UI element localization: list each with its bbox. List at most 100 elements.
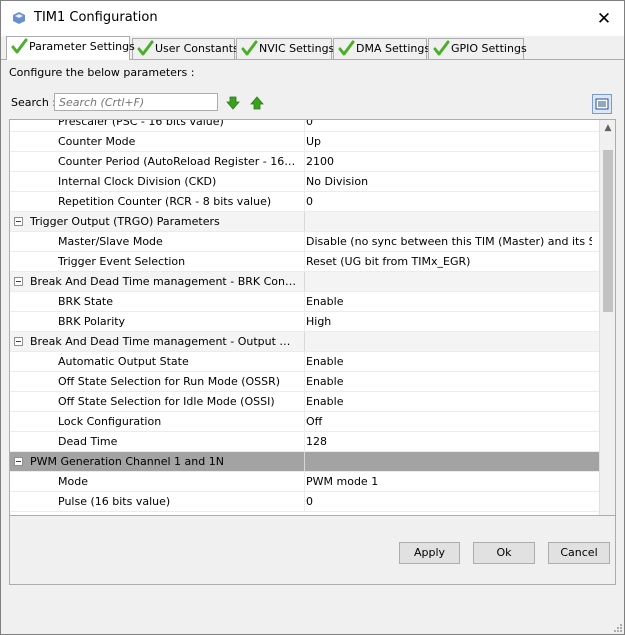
parameter-value[interactable]: No Division [306, 175, 592, 188]
configure-label: Configure the below parameters : [9, 66, 195, 79]
column-separator [304, 120, 305, 131]
tree-param-row[interactable]: Off State Selection for Run Mode (OSSR) E… [10, 372, 599, 392]
scroll-up-arrow-icon[interactable]: ▲ [600, 120, 615, 136]
column-separator [304, 172, 305, 191]
tab-bar: Parameter Settings User Constants NVIC S… [1, 36, 624, 60]
tree-rows: Prescaler (PSC - 16 bits value) 0 Counter … [10, 119, 599, 512]
parameter-name: Off State Selection for Run Mode (OSSR) [58, 375, 281, 388]
parameter-value[interactable]: Enable [306, 355, 592, 368]
tree-group-row[interactable]: Break And Dead Time management - Output … [10, 332, 599, 352]
scroll-thumb[interactable] [603, 150, 613, 312]
tab-user-constants[interactable]: User Constants [132, 38, 239, 59]
parameter-value[interactable]: 0 [306, 195, 592, 208]
parameter-name: Repetition Counter (RCR - 8 bits value) [58, 195, 272, 208]
column-separator [304, 332, 305, 351]
parameter-name: BRK State [58, 295, 114, 308]
parameter-value[interactable]: Enable [306, 395, 592, 408]
tree-param-row[interactable]: Dead Time 128 [10, 432, 599, 452]
collapse-toggle-icon[interactable] [14, 337, 23, 346]
cancel-button[interactable]: Cancel [548, 542, 610, 564]
column-separator [304, 452, 305, 471]
ok-button[interactable]: Ok [473, 542, 535, 564]
parameter-value[interactable]: Enable [306, 375, 592, 388]
column-separator [304, 472, 305, 491]
dialog-window: TIM1 Configuration ✕ Parameter Settings … [0, 0, 625, 635]
tree-param-row[interactable]: Counter Mode Up [10, 132, 599, 152]
resize-grip-icon[interactable] [613, 623, 623, 633]
parameter-value[interactable]: Off [306, 415, 592, 428]
parameter-name: Mode [58, 475, 88, 488]
collapse-toggle-icon[interactable] [14, 277, 23, 286]
tree-param-row[interactable]: Off State Selection for Idle Mode (OSSI)… [10, 392, 599, 412]
column-separator [304, 272, 305, 291]
window-title: TIM1 Configuration [34, 10, 158, 25]
search-input[interactable] [54, 93, 218, 111]
tree-param-row[interactable]: BRK Polarity High [10, 312, 599, 332]
search-label: Search : [11, 96, 56, 109]
tree-param-row[interactable]: Prescaler (PSC - 16 bits value) 0 [10, 119, 599, 132]
column-separator [304, 312, 305, 331]
tab-content: Configure the below parameters : Search … [1, 60, 624, 600]
parameter-value[interactable]: Enable [306, 295, 592, 308]
parameter-value[interactable]: 0 [306, 120, 592, 128]
parameter-name: Lock Configuration [58, 415, 162, 428]
group-label: Trigger Output (TRGO) Parameters [30, 215, 220, 228]
tree-param-row[interactable]: Counter Period (AutoReload Register - 16… [10, 152, 599, 172]
tree-param-row[interactable]: Master/Slave Mode Disable (no sync betwee… [10, 232, 599, 252]
column-separator [304, 372, 305, 391]
checkmark-icon [433, 40, 450, 56]
parameter-name: Master/Slave Mode [58, 235, 163, 248]
tree-group-row[interactable]: Break And Dead Time management - BRK Con… [10, 272, 599, 292]
tree-param-row[interactable]: Internal Clock Division (CKD) No Division [10, 172, 599, 192]
parameter-value[interactable]: Reset (UG bit from TIMx_EGR) [306, 255, 592, 268]
tab-dma-settings[interactable]: DMA Settings [333, 38, 431, 59]
parameter-name: Off State Selection for Idle Mode (OSSI) [58, 395, 275, 408]
parameter-value[interactable]: Disable (no sync between this TIM (Maste… [306, 235, 592, 248]
tab-parameter-settings[interactable]: Parameter Settings [6, 36, 135, 60]
tab-label: DMA Settings [356, 42, 431, 55]
parameter-name: Counter Period (AutoReload Register - 16… [58, 155, 298, 168]
parameter-value[interactable]: 128 [306, 435, 592, 448]
tab-label: NVIC Settings [259, 42, 335, 55]
tree-group-row[interactable]: Trigger Output (TRGO) Parameters [10, 212, 599, 232]
tab-nvic-settings[interactable]: NVIC Settings [236, 38, 335, 59]
tab-gpio-settings[interactable]: GPIO Settings [428, 38, 527, 59]
parameter-value[interactable]: 0 [306, 495, 592, 508]
tree-param-row[interactable]: Lock Configuration Off [10, 412, 599, 432]
parameter-name: Internal Clock Division (CKD) [58, 175, 217, 188]
vertical-scrollbar[interactable]: ▲ ▼ [599, 120, 615, 568]
parameter-name: Dead Time [58, 435, 118, 448]
arrow-up-icon[interactable] [250, 96, 264, 110]
parameter-name: Automatic Output State [58, 355, 189, 368]
column-separator [304, 292, 305, 311]
column-separator [304, 492, 305, 511]
apply-button[interactable]: Apply [399, 542, 460, 564]
list-view-icon [595, 98, 609, 110]
collapse-toggle-icon[interactable] [14, 217, 23, 226]
tree-param-row[interactable]: Repetition Counter (RCR - 8 bits value) 0 [10, 192, 599, 212]
collapse-toggle-icon[interactable] [14, 457, 23, 466]
list-view-toggle-button[interactable] [592, 94, 612, 114]
parameter-value[interactable]: 2100 [306, 155, 592, 168]
close-button[interactable]: ✕ [591, 7, 617, 31]
parameter-tree[interactable]: Prescaler (PSC - 16 bits value) 0 Counter … [9, 119, 616, 569]
group-label: Break And Dead Time management - Output … [30, 335, 298, 348]
title-bar: TIM1 Configuration ✕ [1, 1, 624, 36]
tree-param-row[interactable]: Pulse (16 bits value) 0 [10, 492, 599, 512]
tree-param-row[interactable]: Trigger Event Selection Reset (UG bit fro… [10, 252, 599, 272]
tree-param-row[interactable]: Mode PWM mode 1 [10, 472, 599, 492]
arrow-down-icon[interactable] [226, 96, 240, 110]
parameter-value[interactable]: High [306, 315, 592, 328]
tree-param-row[interactable]: BRK State Enable [10, 292, 599, 312]
parameter-name: Prescaler (PSC - 16 bits value) [58, 119, 224, 128]
parameter-value[interactable]: Up [306, 135, 592, 148]
column-separator [304, 392, 305, 411]
checkmark-icon [338, 40, 355, 56]
tree-param-row[interactable]: Automatic Output State Enable [10, 352, 599, 372]
column-separator [304, 412, 305, 431]
parameter-value[interactable]: PWM mode 1 [306, 475, 592, 488]
column-separator [304, 252, 305, 271]
tree-group-row[interactable]: PWM Generation Channel 1 and 1N [10, 452, 599, 472]
tab-label: Parameter Settings [29, 40, 135, 53]
tab-label: User Constants [155, 42, 239, 55]
